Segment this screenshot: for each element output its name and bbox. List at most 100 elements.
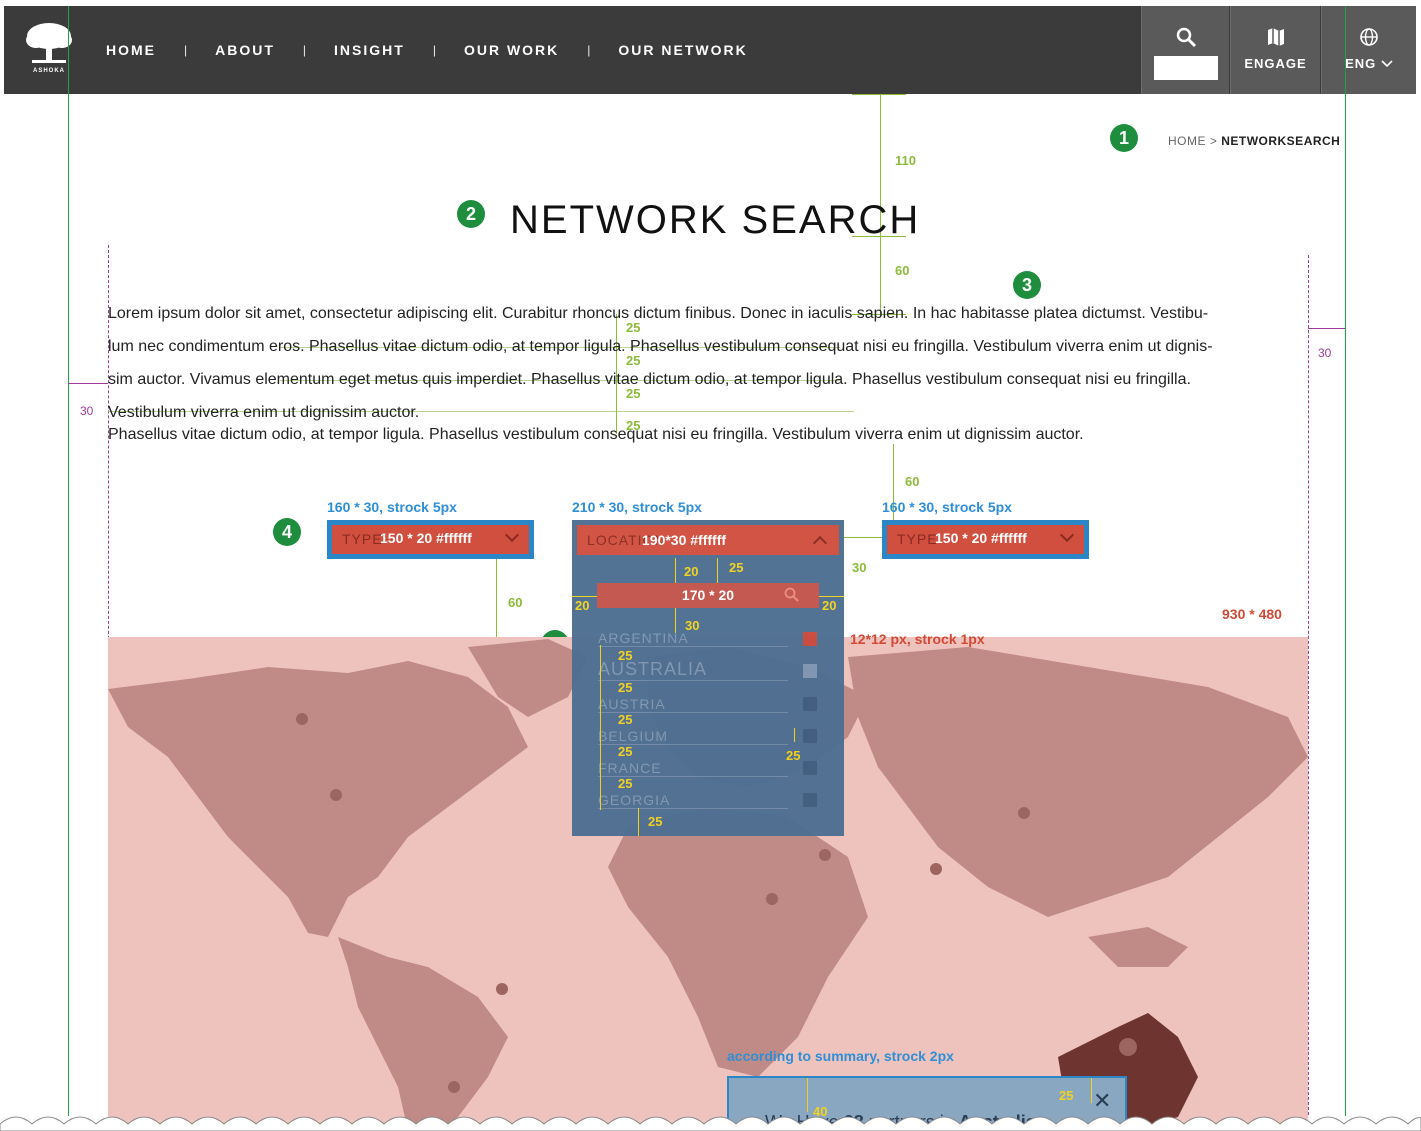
annotation-marker: 1: [1110, 124, 1138, 152]
margin-guide-left: [68, 383, 108, 384]
dim-30-left: 30: [80, 404, 94, 418]
dim-25: 25: [618, 744, 633, 759]
search-icon[interactable]: [1175, 26, 1197, 48]
spec-guide: [638, 808, 639, 836]
logo-text: ASHOKA: [32, 68, 65, 74]
checkbox-spec-label: 12*12 px, strock 1px: [850, 631, 985, 647]
spec-guide: [794, 728, 795, 742]
location-checkbox[interactable]: [803, 761, 817, 775]
engage-label: ENGAGE: [1244, 56, 1307, 71]
annotation-marker: 2: [457, 200, 485, 228]
intro-line: sim auctor. Vivamus elementum eget metus…: [108, 371, 1191, 388]
spec-guide: [675, 608, 676, 633]
top-navigation-bar: ASHOKA HOME | ABOUT | INSIGHT | OUR WORK…: [4, 6, 1416, 94]
breadcrumb-current: NETWORKSEARCH: [1221, 134, 1341, 148]
intro-line: lum nec condimentum eros. Phasellus vita…: [108, 338, 1213, 355]
dim-60: 60: [905, 474, 920, 489]
spacer-line: [496, 559, 497, 637]
map-size-label: 930 * 480: [1222, 606, 1282, 622]
dim-25: 25: [618, 712, 633, 727]
dim-110: 110: [895, 153, 916, 168]
torn-edge-decoration: [0, 1116, 1421, 1131]
nav-home[interactable]: HOME: [106, 42, 156, 58]
location-option-austria[interactable]: AUSTRIA: [598, 696, 788, 713]
nav-our-work[interactable]: OUR WORK: [464, 42, 559, 58]
green-guide-right: [1345, 6, 1346, 1116]
engage-button[interactable]: ENGAGE: [1230, 6, 1320, 94]
dropdown-inner-spec: 190*30 #ffffff: [642, 532, 727, 548]
dim-25: 25: [618, 648, 633, 663]
spec-guide: [1091, 1078, 1092, 1103]
lang-label-wrap: ENG: [1322, 56, 1416, 71]
location-checkbox[interactable]: [803, 729, 817, 743]
type-dropdown-right[interactable]: TYPE 150 * 20 #ffffff: [882, 520, 1089, 559]
dropdown-spec-label: 160 * 30, strock 5px: [882, 499, 1012, 515]
dropdown-spec-label: 160 * 30, strock 5px: [327, 499, 457, 515]
location-option-georgia[interactable]: GEORGIA: [598, 792, 788, 809]
dim-20: 20: [822, 598, 837, 613]
location-checkbox[interactable]: [803, 632, 817, 646]
annotation-marker: 3: [1013, 271, 1041, 299]
intro-line: Lorem ipsum dolor sit amet, consectetur …: [108, 305, 1209, 322]
search-tool: [1141, 6, 1229, 94]
dim-25: 25: [1059, 1088, 1074, 1103]
dim-30-right: 30: [1318, 346, 1332, 360]
dim-25: 25: [618, 776, 633, 791]
spec-guide: [675, 558, 676, 583]
spec-guide: [807, 1078, 808, 1112]
dim-60: 60: [895, 263, 910, 278]
lang-label: ENG: [1345, 56, 1377, 71]
dim-30: 30: [852, 560, 867, 575]
location-checkbox[interactable]: [803, 793, 817, 807]
intro-paragraph: Lorem ipsum dolor sit amet, consectetur …: [108, 297, 1308, 429]
spacer-tick: [852, 94, 906, 95]
dropdown-inner-spec: 150 * 20 #ffffff: [935, 530, 1027, 546]
green-guide-left: [68, 6, 69, 1116]
nav-insight[interactable]: INSIGHT: [334, 42, 405, 58]
spec-guide: [819, 596, 844, 597]
dropdown-inner-spec: 150 * 20 #ffffff: [380, 530, 472, 546]
intro-line: Vestibulum viverra enim ut dignissim auc…: [108, 404, 420, 421]
location-checkbox-checked[interactable]: [803, 664, 817, 678]
spec-guide: [572, 596, 597, 597]
margin-guide-right: [1308, 328, 1345, 329]
breadcrumb: HOME > NETWORKSEARCH: [1168, 134, 1340, 148]
tree-icon: [26, 23, 72, 63]
gap-guide: [844, 537, 882, 538]
chevron-down-icon: [1381, 60, 1393, 68]
content-edge-right: [1308, 255, 1309, 1115]
spec-guide: [600, 645, 601, 810]
nav-our-network[interactable]: OUR NETWORK: [618, 42, 747, 58]
breadcrumb-home[interactable]: HOME >: [1168, 134, 1217, 148]
search-icon: [784, 587, 799, 602]
nav-separator: |: [587, 43, 591, 57]
spec-guide: [717, 558, 718, 583]
dropdown-spec-label: 210 * 30, strock 5px: [572, 499, 702, 515]
language-selector[interactable]: ENG: [1321, 6, 1416, 94]
location-dropdown-panel[interactable]: LOCATION 190*30 #ffffff 170 * 20 ARGENTI…: [572, 520, 844, 836]
nav-separator: |: [432, 43, 436, 57]
dim-25: 25: [618, 680, 633, 695]
globe-icon: [1360, 28, 1378, 46]
type-dropdown-left[interactable]: TYPE 150 * 20 #ffffff: [327, 520, 534, 559]
location-checkbox[interactable]: [803, 697, 817, 711]
location-option-france[interactable]: FRANCE: [598, 760, 788, 777]
nav-separator: |: [302, 43, 307, 57]
summary-spec-label: according to summary, strock 2px: [727, 1048, 954, 1064]
dim-20: 20: [575, 598, 590, 613]
dim-20: 20: [684, 564, 699, 579]
intro-paragraph-2: Phasellus vitae dictum odio, at tempor l…: [108, 426, 1084, 443]
dim-30: 30: [685, 618, 700, 633]
page-title: NETWORK SEARCH: [510, 198, 921, 242]
nav-separator: |: [184, 43, 188, 57]
main-nav: HOME | ABOUT | INSIGHT | OUR WORK | OUR …: [106, 42, 748, 58]
search-input[interactable]: [1154, 56, 1218, 80]
dim-25: 25: [786, 748, 801, 763]
dim-25: 25: [648, 814, 663, 829]
ashoka-logo[interactable]: ASHOKA: [24, 20, 74, 80]
nav-about[interactable]: ABOUT: [215, 42, 275, 58]
annotation-marker: 4: [273, 518, 301, 546]
location-option-belgium[interactable]: BELGIUM: [598, 728, 788, 745]
map-icon: [1267, 28, 1284, 46]
dim-60: 60: [508, 595, 523, 610]
